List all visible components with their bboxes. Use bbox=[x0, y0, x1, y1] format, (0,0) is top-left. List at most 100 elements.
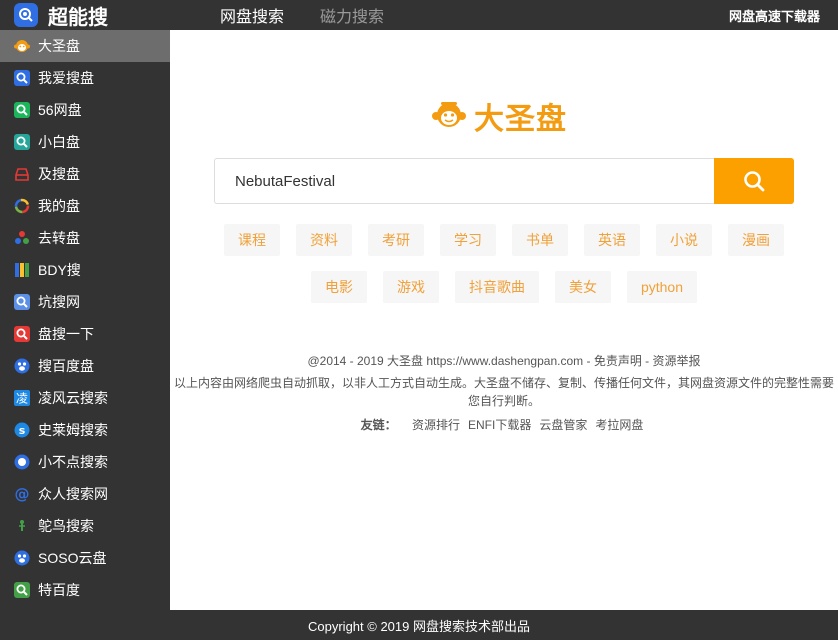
sidebar-item-label: 去转盘 bbox=[38, 230, 80, 246]
sidebar-item-label: 众人搜索网 bbox=[38, 486, 108, 502]
sidebar-item-label: 大圣盘 bbox=[38, 38, 80, 54]
svg-text:@: @ bbox=[15, 486, 30, 502]
tab-netdisk-search[interactable]: 网盘搜索 bbox=[220, 3, 284, 27]
paw-icon bbox=[14, 358, 30, 374]
sidebar-item[interactable]: 小白盘 bbox=[0, 126, 170, 158]
sidebar-item-label: 56网盘 bbox=[38, 102, 82, 118]
site-logo[interactable]: 大圣盘 bbox=[432, 94, 567, 138]
tab-magnet-search[interactable]: 磁力搜索 bbox=[320, 3, 384, 27]
hot-tag[interactable]: 美女 bbox=[554, 271, 611, 303]
friend-link[interactable]: 资源排行 bbox=[412, 418, 460, 432]
sidebar-item[interactable]: 我的盘 bbox=[0, 190, 170, 222]
sidebar-item-label: 凌风云搜索 bbox=[38, 390, 108, 406]
footer-bar: Copyright © 2019 网盘搜索技术部出品 bbox=[0, 610, 838, 640]
search-button[interactable] bbox=[714, 158, 794, 204]
sidebar-item[interactable]: s 史莱姆搜索 bbox=[0, 414, 170, 446]
sidebar-item-label: SOSO云盘 bbox=[38, 550, 107, 566]
ling-icon: 凌 bbox=[14, 390, 30, 406]
sidebar-item-label: 小白盘 bbox=[38, 134, 80, 150]
sidebar-item-label: 盘搜一下 bbox=[38, 326, 94, 342]
hot-tag[interactable]: 游戏 bbox=[382, 271, 439, 303]
sidebar-item[interactable]: 及搜盘 bbox=[0, 158, 170, 190]
disclaimer-link[interactable]: 免责声明 bbox=[594, 354, 642, 368]
svg-text:s: s bbox=[19, 424, 26, 437]
main-content: 大圣盘 课程资料考研学习书单英语小说漫画 电影游戏抖音歌曲美女 python @2… bbox=[170, 30, 838, 610]
sidebar-item-label: 特百度 bbox=[38, 582, 80, 598]
top-nav: 网盘搜索 磁力搜索 bbox=[220, 0, 420, 30]
sidebar-item-label: 及搜盘 bbox=[38, 166, 80, 182]
friend-link[interactable]: 云盘管家 bbox=[539, 418, 587, 432]
sidebar-item[interactable]: 坑搜网 bbox=[0, 286, 170, 318]
sidebar-item-label: 我爱搜盘 bbox=[38, 70, 94, 86]
hot-tag[interactable]: 书单 bbox=[512, 224, 568, 256]
sidebar-item[interactable]: BDY搜 bbox=[0, 254, 170, 286]
sidebar-item-label: BDY搜 bbox=[38, 262, 81, 278]
dot-icon bbox=[14, 454, 30, 470]
hot-tags-row-1: 课程 资料 考研 学习 书单 英语 小说 漫画 bbox=[170, 224, 838, 256]
sidebar-item-label: 搜百度盘 bbox=[38, 358, 94, 374]
hot-tag[interactable]: 考研 bbox=[368, 224, 424, 256]
sidebar-item[interactable]: 56网盘 bbox=[0, 94, 170, 126]
sidebar-item[interactable]: 鸵鸟搜索 bbox=[0, 510, 170, 542]
sidebar-item[interactable]: 去转盘 bbox=[0, 222, 170, 254]
sidebar-item[interactable]: SOSO云盘 bbox=[0, 542, 170, 574]
sidebar-item[interactable]: 搜百度盘 bbox=[0, 350, 170, 382]
search-icon bbox=[14, 326, 30, 342]
hot-tag[interactable]: 资料 bbox=[296, 224, 352, 256]
footer-copyright: Copyright © 2019 网盘搜索技术部出品 bbox=[308, 618, 530, 634]
sidebar-item-label: 坑搜网 bbox=[38, 294, 80, 310]
hot-tag[interactable]: 抖音歌曲 bbox=[454, 271, 539, 303]
tray-icon bbox=[14, 166, 30, 182]
hot-tag[interactable]: 电影 bbox=[310, 271, 367, 303]
downloader-link[interactable]: 网盘高速下载器 bbox=[729, 0, 820, 30]
sidebar-item[interactable]: 特百度 bbox=[0, 574, 170, 606]
search-icon bbox=[14, 582, 30, 598]
friend-link[interactable]: 考拉网盘 bbox=[595, 418, 643, 432]
brand-logo-icon bbox=[14, 3, 38, 27]
sidebar-item[interactable]: @ 众人搜索网 bbox=[0, 478, 170, 510]
svg-text:凌: 凌 bbox=[16, 392, 28, 406]
sidebar-item[interactable]: 大圣盘 bbox=[0, 30, 170, 62]
hot-tag[interactable]: 小说 bbox=[656, 224, 712, 256]
top-bar: 超能搜 网盘搜索 磁力搜索 网盘高速下载器 bbox=[0, 0, 838, 30]
slime-icon: s bbox=[14, 422, 30, 438]
dots-icon bbox=[14, 230, 30, 246]
friend-links: 友链： 资源排行 ENFI下载器 云盘管家 考拉网盘 bbox=[170, 416, 838, 433]
sidebar-item[interactable]: 盘搜一下 bbox=[0, 318, 170, 350]
search-icon bbox=[14, 134, 30, 150]
search-input[interactable] bbox=[214, 158, 714, 204]
ostrich-icon bbox=[14, 518, 30, 534]
hot-tag[interactable]: python bbox=[626, 271, 698, 303]
sidebar-item-label: 史莱姆搜索 bbox=[38, 422, 108, 438]
hot-tag[interactable]: 学习 bbox=[440, 224, 496, 256]
disclaimer-text: 以上内容由网络爬虫自动抓取，以非人工方式自动生成。大圣盘不储存、复制、传播任何文… bbox=[173, 376, 834, 408]
search-icon bbox=[744, 171, 765, 192]
hot-tag[interactable]: 课程 bbox=[224, 224, 280, 256]
sidebar-item-label: 鸵鸟搜索 bbox=[38, 518, 94, 534]
hot-tags-row-2: 电影 游戏 抖音歌曲 美女 python bbox=[170, 271, 838, 303]
hot-tag[interactable]: 英语 bbox=[584, 224, 640, 256]
sidebar-item[interactable]: 凌凌风云搜索 bbox=[0, 382, 170, 414]
copyright-text: @2014 - 2019 大圣盘 https://www.dashengpan.… bbox=[307, 354, 584, 368]
search-icon bbox=[14, 70, 30, 86]
sidebar-item[interactable]: 我爱搜盘 bbox=[0, 62, 170, 94]
report-link[interactable]: 资源举报 bbox=[653, 354, 701, 368]
hot-tag[interactable]: 漫画 bbox=[728, 224, 784, 256]
logo-text: 大圣盘 bbox=[474, 103, 567, 136]
separator: - bbox=[641, 354, 653, 368]
friend-links-label: 友链： bbox=[360, 418, 397, 432]
ring-icon bbox=[14, 198, 30, 214]
at-icon: @ bbox=[14, 486, 30, 502]
stripes-icon bbox=[14, 262, 30, 278]
monkey-icon bbox=[14, 38, 30, 54]
monkey-logo-icon bbox=[432, 102, 466, 127]
brand[interactable]: 超能搜 bbox=[14, 2, 108, 29]
separator: - bbox=[583, 354, 594, 368]
search-bar bbox=[214, 158, 794, 204]
sidebar-item[interactable]: 小不点搜索 bbox=[0, 446, 170, 478]
search-icon bbox=[14, 102, 30, 118]
search-icon bbox=[14, 294, 30, 310]
friend-link[interactable]: ENFI下载器 bbox=[468, 418, 531, 432]
paw-icon bbox=[14, 550, 30, 566]
copyright-line: @2014 - 2019 大圣盘 https://www.dashengpan.… bbox=[170, 352, 838, 370]
